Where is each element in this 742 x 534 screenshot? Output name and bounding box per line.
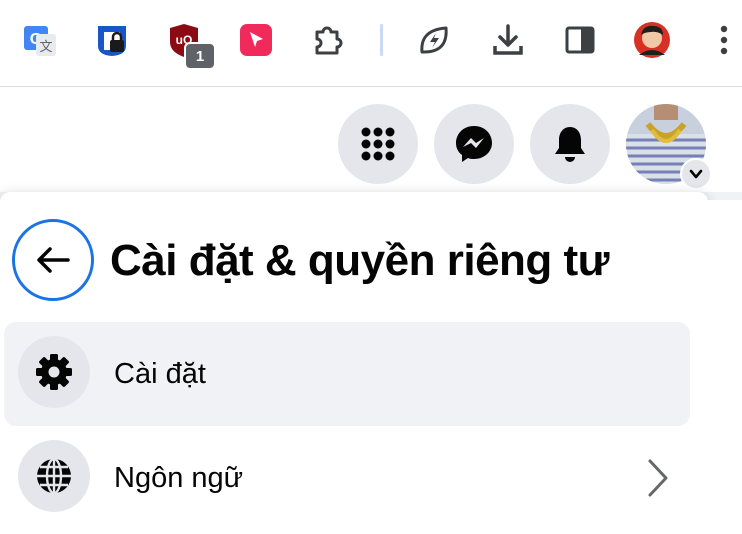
menu-item-label: Ngôn ngữ <box>114 462 244 494</box>
menu-item-language[interactable]: Ngôn ngữ <box>4 426 690 530</box>
svg-text:文: 文 <box>39 40 52 55</box>
cursor-pointer-icon[interactable] <box>236 20 276 60</box>
menu-item-settings[interactable]: Cài đặt <box>4 322 690 426</box>
password-lock-icon[interactable] <box>92 20 132 60</box>
profile-avatar-icon[interactable] <box>632 20 672 60</box>
globe-icon <box>18 440 90 512</box>
side-panel-icon[interactable] <box>560 20 600 60</box>
menu-grid-icon <box>361 127 395 161</box>
account-menu-caret[interactable] <box>680 158 712 190</box>
extension-badge: 1 <box>184 42 216 70</box>
leaf-bolt-icon[interactable] <box>414 20 454 60</box>
more-menu-icon[interactable] <box>704 20 742 60</box>
menu-grid-button[interactable] <box>338 104 418 184</box>
download-icon[interactable] <box>488 20 528 60</box>
notifications-button[interactable] <box>530 104 610 184</box>
browser-toolbar: G 文 uO 1 <box>0 0 742 87</box>
chevron-down-icon <box>689 169 703 179</box>
back-button[interactable] <box>12 219 94 301</box>
gear-icon <box>18 336 90 408</box>
menu-item-label: Cài đặt <box>114 358 206 390</box>
panel-scrollbar-track <box>708 200 742 534</box>
notifications-bell-icon <box>555 127 585 162</box>
panel-title: Cài đặt & quyền riêng tư <box>110 236 610 285</box>
chevron-right-icon <box>648 459 668 497</box>
messenger-icon <box>456 126 492 162</box>
messenger-button[interactable] <box>434 104 514 184</box>
arrow-left-icon <box>37 247 70 273</box>
puzzle-extensions-icon[interactable] <box>308 20 348 60</box>
toolbar-separator <box>380 24 383 56</box>
google-translate-icon[interactable]: G 文 <box>20 20 60 60</box>
